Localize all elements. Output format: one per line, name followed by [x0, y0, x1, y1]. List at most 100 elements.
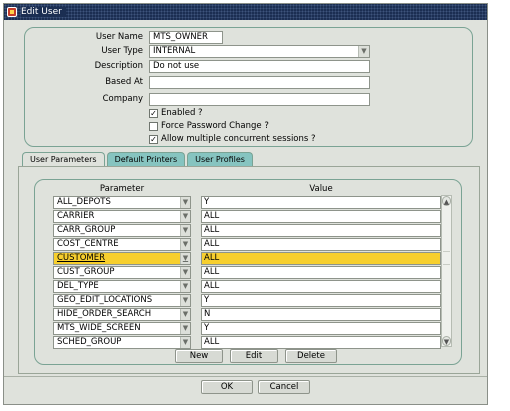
tab-user-profiles[interactable]: User Profiles: [187, 152, 253, 167]
parameter-cell[interactable]: CUSTOMER ▼: [53, 252, 191, 265]
value-cell[interactable]: ALL: [201, 252, 441, 265]
checkbox-enabled-box[interactable]: ✓: [149, 108, 158, 118]
parameter-text: CARR_GROUP: [57, 225, 116, 235]
chevron-down-icon[interactable]: ▼: [180, 211, 190, 222]
tab-user-profiles-label: User Profiles: [195, 155, 245, 164]
ok-button[interactable]: OK: [201, 380, 253, 394]
chevron-down-icon[interactable]: ▼: [180, 197, 190, 208]
enabled-label: Enabled ?: [161, 108, 203, 118]
edit-button[interactable]: Edit: [230, 349, 278, 363]
title-bar[interactable]: Edit User: [4, 4, 487, 20]
value-text: ALL: [204, 281, 220, 291]
tab-user-parameters[interactable]: User Parameters: [22, 152, 105, 167]
value-text: ALL: [204, 239, 220, 249]
parameter-text: CUSTOMER: [57, 253, 106, 263]
scroll-grip[interactable]: [443, 251, 450, 265]
value-text: ALL: [204, 337, 220, 347]
parameter-column-header: Parameter: [99, 184, 145, 194]
multi-sessions-checkbox[interactable]: ✓ Allow multiple concurrent sessions ?: [149, 134, 316, 144]
parameter-cell[interactable]: CARR_GROUP ▼: [53, 224, 191, 237]
chevron-down-icon[interactable]: ▼: [180, 337, 190, 348]
checkbox-multi-sessions-box[interactable]: ✓: [149, 134, 158, 144]
tab-user-parameters-label: User Parameters: [30, 155, 97, 164]
chevron-down-icon[interactable]: ▼: [180, 295, 190, 306]
parameter-cell[interactable]: COST_CENTRE ▼: [53, 238, 191, 251]
force-password-checkbox[interactable]: Force Password Change ?: [149, 121, 269, 131]
parameter-text: SCHED_GROUP: [57, 337, 122, 347]
value-cell[interactable]: ALL: [201, 266, 441, 279]
value-cell[interactable]: ALL: [201, 280, 441, 293]
parameter-text: COST_CENTRE: [57, 239, 119, 249]
grid-scrollbar[interactable]: ▲ ▼: [441, 195, 452, 347]
tab-bar: User Parameters Default Printers User Pr…: [22, 152, 255, 167]
parameter-cell[interactable]: GEO_EDIT_LOCATIONS ▼: [53, 294, 191, 307]
window-title: Edit User: [21, 7, 66, 17]
footer-divider: [4, 376, 487, 377]
scroll-up-icon[interactable]: ▲: [442, 196, 451, 206]
parameter-cell[interactable]: MTS_WIDE_SCREEN ▼: [53, 322, 191, 335]
new-button[interactable]: New: [175, 349, 223, 363]
delete-button[interactable]: Delete: [285, 349, 337, 363]
chevron-down-icon[interactable]: ▼: [180, 323, 190, 334]
parameter-cell[interactable]: HIDE_ORDER_SEARCH ▼: [53, 308, 191, 321]
app-icon: [7, 7, 17, 17]
user-type-value: INTERNAL: [153, 46, 196, 56]
value-cell[interactable]: Y: [201, 294, 441, 307]
parameter-text: DEL_TYPE: [57, 281, 99, 291]
chevron-down-icon[interactable]: ▼: [180, 239, 190, 250]
parameter-text: CUST_GROUP: [57, 267, 115, 277]
user-name-value: MTS_OWNER: [153, 32, 208, 42]
scroll-down-icon[interactable]: ▼: [442, 336, 451, 346]
multi-sessions-label: Allow multiple concurrent sessions ?: [161, 134, 316, 144]
parameter-cell[interactable]: CARRIER ▼: [53, 210, 191, 223]
tab-default-printers[interactable]: Default Printers: [106, 152, 186, 167]
enabled-checkbox[interactable]: ✓ Enabled ?: [149, 108, 203, 118]
parameter-cell[interactable]: ALL_DEPOTS ▼: [53, 196, 191, 209]
value-text: ALL: [204, 253, 220, 263]
chevron-down-icon[interactable]: ▼: [358, 46, 369, 57]
parameter-cell[interactable]: SCHED_GROUP ▼: [53, 336, 191, 349]
value-cell[interactable]: Y: [201, 322, 441, 335]
parameter-text: CARRIER: [57, 211, 95, 221]
value-cell[interactable]: ALL: [201, 336, 441, 349]
user-type-select[interactable]: INTERNAL ▼: [149, 45, 370, 58]
chevron-down-icon[interactable]: ▼: [180, 253, 190, 264]
company-label: Company: [102, 94, 143, 104]
parameter-text: HIDE_ORDER_SEARCH: [57, 309, 152, 319]
value-cell[interactable]: ALL: [201, 238, 441, 251]
based-at-label: Based At: [105, 77, 143, 87]
value-text: ALL: [204, 211, 220, 221]
user-type-label: User Type: [101, 46, 143, 56]
description-label: Description: [94, 61, 143, 71]
value-text: ALL: [204, 267, 220, 277]
value-text: Y: [204, 323, 210, 333]
edit-user-window: Edit User User Name MTS_OWNER User Type …: [3, 3, 488, 405]
parameter-text: MTS_WIDE_SCREEN: [57, 323, 141, 333]
value-cell[interactable]: N: [201, 308, 441, 321]
value-cell[interactable]: ALL: [201, 210, 441, 223]
chevron-down-icon[interactable]: ▼: [180, 281, 190, 292]
user-name-field[interactable]: MTS_OWNER: [149, 31, 223, 44]
description-field[interactable]: Do not use: [149, 60, 370, 73]
checkbox-force-password-box[interactable]: [149, 121, 158, 131]
tab-default-printers-label: Default Printers: [114, 155, 178, 164]
user-name-label: User Name: [95, 32, 143, 42]
chevron-down-icon[interactable]: ▼: [180, 267, 190, 278]
parameter-cell[interactable]: DEL_TYPE ▼: [53, 280, 191, 293]
value-cell[interactable]: Y: [201, 196, 441, 209]
parameter-text: ALL_DEPOTS: [57, 197, 111, 207]
parameter-text: GEO_EDIT_LOCATIONS: [57, 295, 153, 305]
cancel-button[interactable]: Cancel: [258, 380, 310, 394]
chevron-down-icon[interactable]: ▼: [180, 225, 190, 236]
value-text: Y: [204, 295, 210, 305]
description-value: Do not use: [153, 61, 200, 71]
force-password-label: Force Password Change ?: [161, 121, 269, 131]
value-text: Y: [204, 197, 210, 207]
chevron-down-icon[interactable]: ▼: [180, 309, 190, 320]
based-at-field[interactable]: [149, 76, 370, 89]
company-field[interactable]: [149, 93, 370, 106]
value-cell[interactable]: ALL: [201, 224, 441, 237]
value-text: ALL: [204, 225, 220, 235]
value-column-header: Value: [309, 184, 333, 194]
parameter-cell[interactable]: CUST_GROUP ▼: [53, 266, 191, 279]
